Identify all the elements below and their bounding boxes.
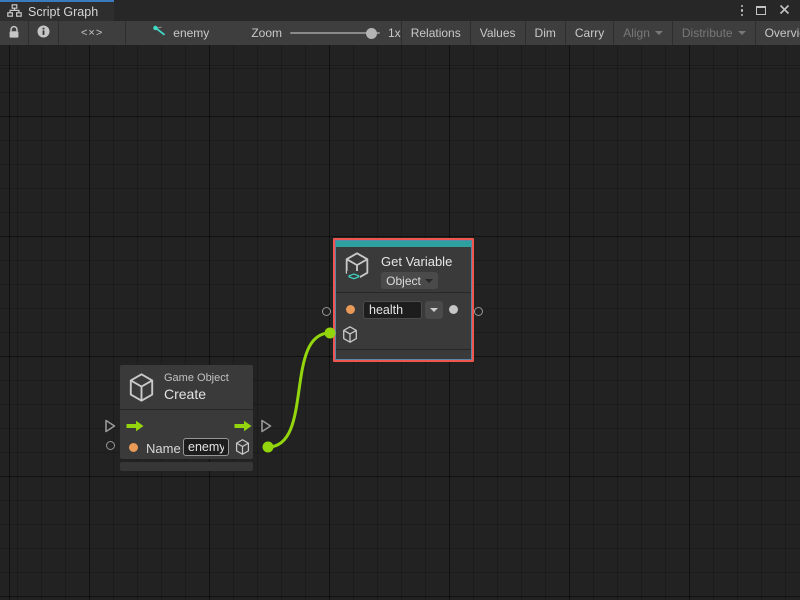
graph-canvas[interactable]: Game Object Create Name	[0, 45, 800, 600]
variable-code-glyph: <>	[347, 271, 360, 283]
name-value-input[interactable]	[183, 438, 229, 456]
graph-node-icon	[152, 25, 167, 41]
node-footer	[120, 462, 253, 471]
values-button[interactable]: Values	[471, 21, 526, 45]
flow-output-arrow-icon	[234, 419, 252, 437]
connected-output-port	[263, 442, 274, 453]
name-input-port[interactable]	[106, 441, 115, 450]
game-object-output-icon	[235, 439, 250, 460]
breadcrumb-label: enemy	[173, 26, 209, 40]
node-category: Game Object	[164, 372, 229, 384]
unity-graph-window: Script Graph	[0, 0, 800, 600]
variable-scope-dropdown[interactable]: Object	[381, 272, 438, 289]
flow-output-port[interactable]	[260, 419, 272, 438]
node-header: Game Object Create	[120, 365, 253, 409]
code-port-icon: <×>	[81, 27, 103, 39]
dim-button[interactable]: Dim	[526, 21, 566, 45]
graph-toolbar: <×> enemy Zoom 1x Relations Values Dim	[0, 21, 800, 45]
chevron-down-icon	[425, 279, 433, 283]
node-title: Get Variable	[381, 254, 452, 269]
maximize-icon[interactable]	[756, 6, 766, 15]
node-body	[336, 293, 471, 349]
toolbar-buttons: Relations Values Dim Carry Align Distrib…	[401, 21, 800, 45]
close-icon[interactable]	[779, 2, 790, 20]
flow-input-port[interactable]	[104, 419, 116, 438]
lock-icon	[8, 25, 20, 42]
tab-script-graph[interactable]: Script Graph	[0, 0, 114, 21]
node-title: Create	[164, 386, 229, 402]
flow-input-arrow-icon	[126, 419, 144, 437]
chevron-down-icon	[655, 31, 663, 35]
node-footer	[336, 350, 471, 359]
align-dropdown[interactable]: Align	[614, 21, 673, 45]
carry-button[interactable]: Carry	[566, 21, 614, 45]
object-input-icon	[342, 326, 358, 348]
name-port-label: Name	[146, 441, 181, 456]
lock-button[interactable]	[0, 21, 29, 45]
code-port-button[interactable]: <×>	[59, 21, 126, 45]
overview-button[interactable]: Overview	[756, 21, 800, 45]
node-header: <> Get Variable Object	[336, 247, 471, 292]
distribute-dropdown[interactable]: Distribute	[673, 21, 756, 45]
node-body: Name	[120, 410, 253, 459]
variable-picker-dropdown[interactable]	[425, 301, 443, 319]
tab-title: Script Graph	[28, 5, 98, 19]
value-output-port[interactable]	[474, 307, 483, 316]
zoom-slider-handle[interactable]	[366, 28, 377, 39]
game-object-cube-icon	[128, 373, 155, 407]
variable-name-port[interactable]	[322, 307, 331, 316]
value-output-icon	[449, 305, 458, 314]
graph-hierarchy-icon	[7, 4, 22, 20]
string-port-icon	[346, 305, 355, 314]
chevron-down-icon	[738, 31, 746, 35]
info-icon	[37, 25, 50, 41]
window-controls	[741, 0, 800, 21]
variable-name-input[interactable]	[363, 301, 422, 319]
zoom-slider[interactable]	[290, 32, 380, 34]
tab-bar: Script Graph	[0, 0, 800, 21]
node-create-game-object[interactable]: Game Object Create Name	[120, 365, 253, 471]
relations-button[interactable]: Relations	[401, 21, 471, 45]
zoom-control: Zoom 1x	[251, 21, 400, 45]
info-button[interactable]	[29, 21, 59, 45]
zoom-label: Zoom	[251, 26, 282, 40]
menu-kebab-icon[interactable]	[741, 5, 744, 17]
breadcrumb[interactable]: enemy	[142, 21, 219, 45]
node-get-variable[interactable]: <> Get Variable Object	[333, 238, 474, 362]
zoom-value: 1x	[388, 26, 401, 40]
chevron-down-icon	[430, 308, 438, 312]
string-port-icon	[129, 443, 138, 452]
